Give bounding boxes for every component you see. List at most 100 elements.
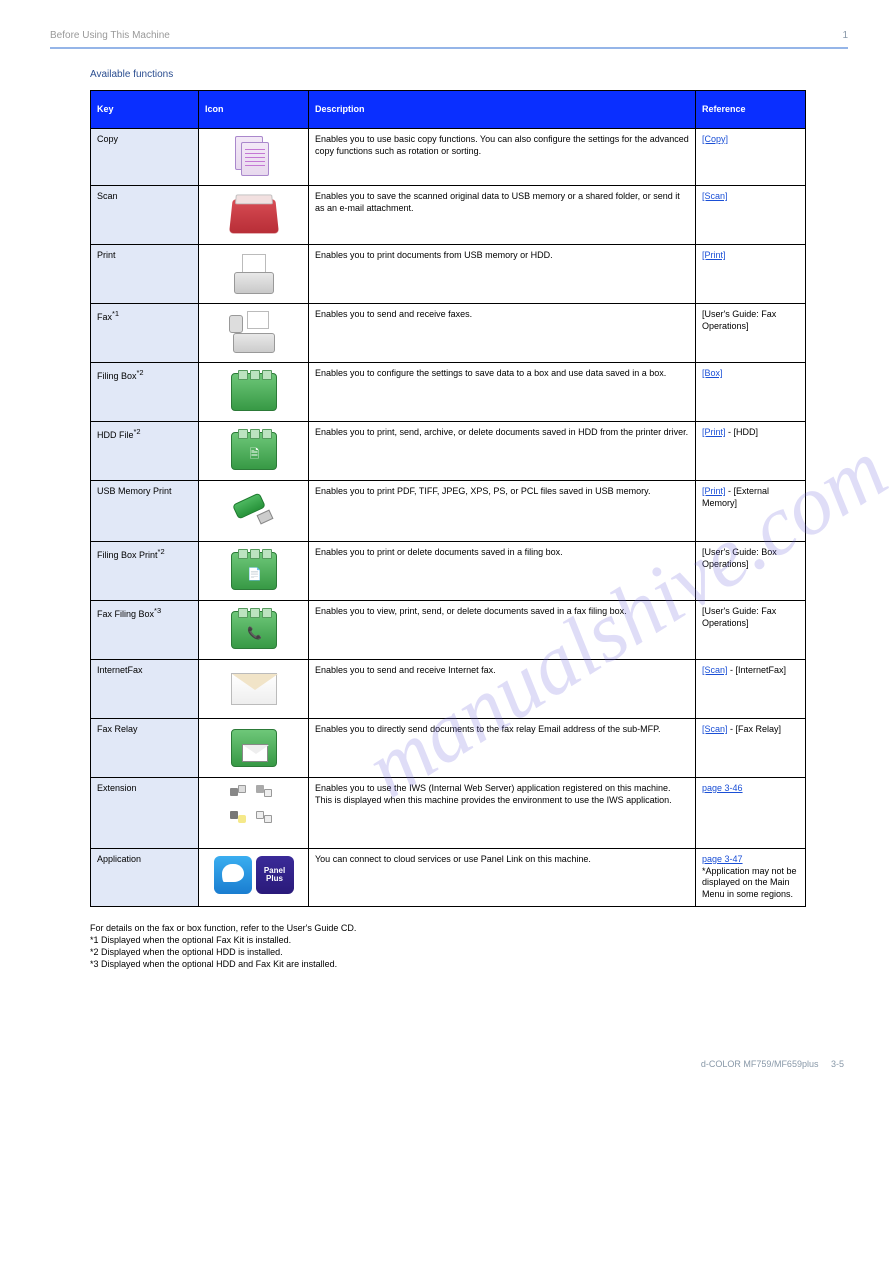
page-header: Before Using This Machine 1 — [50, 30, 848, 49]
desc-cell: Enables you to use the IWS (Internal Web… — [309, 778, 696, 849]
fax-icon — [229, 313, 279, 353]
table-row: Fax Relay Enables you to directly send d… — [91, 719, 806, 778]
ref-cell: [Box] — [696, 363, 806, 422]
col-ref: Reference — [696, 91, 806, 129]
ref-link[interactable]: [Scan] — [702, 191, 728, 201]
ref-cell: [Print] - [HDD] — [696, 422, 806, 481]
key-cell: Print — [91, 245, 199, 304]
ref-text: [User's Guide: Box Operations] — [702, 547, 777, 569]
table-row: InternetFax Enables you to send and rece… — [91, 660, 806, 719]
key-cell: InternetFax — [91, 660, 199, 719]
desc-cell: Enables you to use basic copy functions.… — [309, 129, 696, 186]
footer-page: 3-5 — [831, 1059, 844, 1069]
key-cell: Application — [91, 849, 199, 907]
icon-cell — [199, 129, 309, 186]
desc-cell: Enables you to save the scanned original… — [309, 186, 696, 245]
table-row: Fax*1 Enables you to send and receive fa… — [91, 304, 806, 363]
key-cell: Filing Box Print*2 — [91, 542, 199, 601]
desc-cell: Enables you to view, print, send, or del… — [309, 601, 696, 660]
ref-cell: [Print] - [External Memory] — [696, 481, 806, 542]
ref-link[interactable]: [Print] — [702, 427, 726, 437]
ref-cell: [Scan] - [Fax Relay] — [696, 719, 806, 778]
desc-cell: You can connect to cloud services or use… — [309, 849, 696, 907]
desc-cell: Enables you to send and receive faxes. — [309, 304, 696, 363]
usb-icon — [232, 492, 276, 530]
ref-link[interactable]: [Print] — [702, 250, 726, 260]
ref-link[interactable]: [Scan] — [702, 724, 728, 734]
ref-link[interactable]: [Copy] — [702, 134, 728, 144]
col-key: Key — [91, 91, 199, 129]
key-cell: Extension — [91, 778, 199, 849]
ref-cell: [User's Guide: Fax Operations] — [696, 304, 806, 363]
print-icon — [231, 254, 277, 294]
key-cell: Fax*1 — [91, 304, 199, 363]
ref-cell: page 3-46 — [696, 778, 806, 849]
ref-link[interactable]: page 3-47 — [702, 854, 743, 864]
ref-cell: [Scan] — [696, 186, 806, 245]
ref-text: - [HDD] — [726, 427, 759, 437]
desc-cell: Enables you to print or delete documents… — [309, 542, 696, 601]
ref-text: - [InternetFax] — [728, 665, 787, 675]
hddfile-icon: 🗎 — [231, 432, 277, 470]
ref-cell: [User's Guide: Box Operations] — [696, 542, 806, 601]
ref-cell: page 3-47 *Application may not be displa… — [696, 849, 806, 907]
copy-icon — [231, 134, 277, 180]
icon-cell — [199, 778, 309, 849]
ref-cell: [User's Guide: Fax Operations] — [696, 601, 806, 660]
footer: d-COLOR MF759/MF659plus 3-5 — [50, 1059, 848, 1069]
icon-cell: 🗎 — [199, 422, 309, 481]
key-cell: HDD File*2 — [91, 422, 199, 481]
ref-text: [User's Guide: Fax Operations] — [702, 606, 776, 628]
icon-cell — [199, 186, 309, 245]
icon-cell — [199, 304, 309, 363]
icon-cell — [199, 481, 309, 542]
relay-icon — [231, 729, 277, 767]
table-row: Print Enables you to print documents fro… — [91, 245, 806, 304]
header-right: 1 — [842, 30, 848, 41]
table-row: Scan Enables you to save the scanned ori… — [91, 186, 806, 245]
table-row: Filing Box*2 Enables you to configure th… — [91, 363, 806, 422]
table-header-row: Key Icon Description Reference — [91, 91, 806, 129]
key-cell: Fax Filing Box*3 — [91, 601, 199, 660]
key-cell: Copy — [91, 129, 199, 186]
ref-cell: [Print] — [696, 245, 806, 304]
filingbox-icon — [231, 373, 277, 411]
ref-link[interactable]: page 3-46 — [702, 783, 743, 793]
section-title: Available functions — [90, 69, 848, 80]
key-cell: USB Memory Print — [91, 481, 199, 542]
icon-cell — [199, 660, 309, 719]
faxbox-icon: 📞 — [231, 611, 277, 649]
scan-icon — [229, 199, 279, 233]
ref-link[interactable]: [Box] — [702, 368, 723, 378]
ref-link[interactable]: [Print] — [702, 486, 726, 496]
table-row: Extension Enables you to use the IWS (In… — [91, 778, 806, 849]
page: Before Using This Machine 1 Available fu… — [0, 0, 893, 1099]
extension-icon — [224, 783, 284, 843]
desc-cell: Enables you to print documents from USB … — [309, 245, 696, 304]
application-icon: Panel Plus — [212, 856, 296, 896]
col-desc: Description — [309, 91, 696, 129]
functions-table: Key Icon Description Reference Copy Enab… — [90, 90, 806, 907]
ref-text: [User's Guide: Fax Operations] — [702, 309, 776, 331]
icon-cell: 📄 — [199, 542, 309, 601]
desc-cell: Enables you to print PDF, TIFF, JPEG, XP… — [309, 481, 696, 542]
icon-cell — [199, 363, 309, 422]
ref-cell: [Copy] — [696, 129, 806, 186]
table-row: Fax Filing Box*3 📞 Enables you to view, … — [91, 601, 806, 660]
footer-model: d-COLOR MF759/MF659plus — [701, 1059, 819, 1069]
col-icon: Icon — [199, 91, 309, 129]
table-row: HDD File*2 🗎 Enables you to print, send,… — [91, 422, 806, 481]
key-cell: Fax Relay — [91, 719, 199, 778]
ref-link[interactable]: [Scan] — [702, 665, 728, 675]
icon-cell — [199, 719, 309, 778]
ref-cell: [Scan] - [InternetFax] — [696, 660, 806, 719]
table-row: Application Panel Plus You can connect t… — [91, 849, 806, 907]
desc-cell: Enables you to directly send documents t… — [309, 719, 696, 778]
table-row: Filing Box Print*2 📄 Enables you to prin… — [91, 542, 806, 601]
table-row: USB Memory Print Enables you to print PD… — [91, 481, 806, 542]
key-cell: Scan — [91, 186, 199, 245]
ref-text: *Application may not be displayed on the… — [702, 866, 797, 899]
icon-cell: 📞 — [199, 601, 309, 660]
ref-text: - [Fax Relay] — [728, 724, 782, 734]
key-cell: Filing Box*2 — [91, 363, 199, 422]
